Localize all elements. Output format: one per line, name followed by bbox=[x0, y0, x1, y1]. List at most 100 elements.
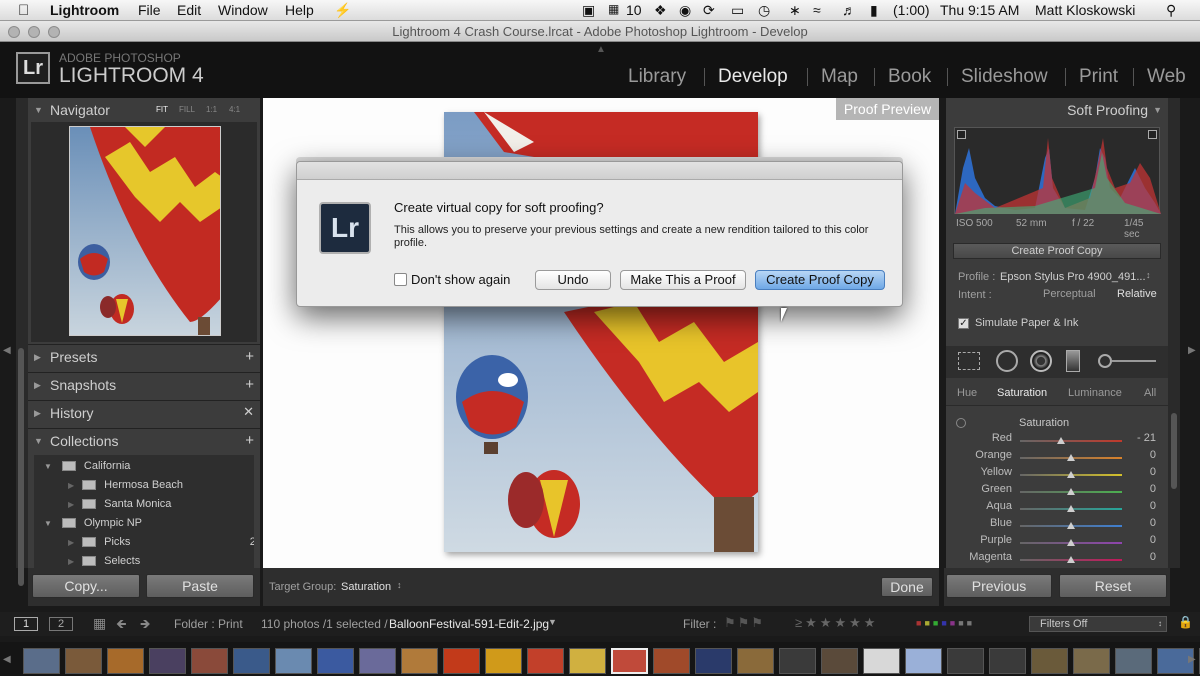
minimize-icon[interactable] bbox=[28, 26, 40, 38]
right-scrollbar[interactable] bbox=[1171, 413, 1177, 489]
zoom-fit[interactable]: FIT bbox=[156, 105, 168, 114]
filmstrip-thumbnail[interactable] bbox=[485, 648, 522, 674]
slider-knob[interactable] bbox=[1067, 556, 1075, 563]
grid-icon[interactable]: ▦ bbox=[93, 615, 106, 632]
apple-icon[interactable]:  bbox=[18, 2, 29, 19]
module-library[interactable]: Library bbox=[628, 66, 686, 88]
battery-icon[interactable]: ▮ bbox=[870, 2, 878, 19]
filmstrip-thumbnail[interactable] bbox=[191, 648, 228, 674]
folder-source[interactable]: Folder : Print bbox=[174, 617, 243, 631]
collapse-left-icon[interactable]: ◀ bbox=[3, 345, 11, 356]
spotlight-icon[interactable]: ⚲ bbox=[1166, 2, 1176, 19]
slider-yellow[interactable]: Yellow 0 bbox=[952, 466, 1162, 483]
highlight-clip-icon[interactable] bbox=[1148, 130, 1157, 139]
collection-santa-monica[interactable]: ▶Santa Monica2 bbox=[68, 495, 254, 513]
dont-show-label[interactable]: Don't show again bbox=[411, 272, 510, 287]
filmstrip-thumbnail[interactable] bbox=[947, 648, 984, 674]
copy-button[interactable]: Copy... bbox=[32, 574, 140, 598]
filmstrip-thumbnail[interactable] bbox=[1115, 648, 1152, 674]
module-develop[interactable]: Develop bbox=[718, 66, 788, 88]
slider-track[interactable] bbox=[1020, 440, 1122, 442]
slider-value[interactable]: 0 bbox=[1116, 449, 1156, 461]
module-book[interactable]: Book bbox=[888, 66, 931, 88]
tab-hue[interactable]: Hue bbox=[957, 387, 977, 399]
add-snapshot-icon[interactable]: + bbox=[245, 376, 254, 393]
slider-red[interactable]: Red - 21 bbox=[952, 432, 1162, 449]
filmstrip-thumbnail[interactable] bbox=[821, 648, 858, 674]
badge-icon[interactable]: ▦ bbox=[608, 2, 619, 16]
graduated-filter-icon[interactable] bbox=[1066, 350, 1080, 372]
wifi-icon[interactable]: ≈ bbox=[813, 2, 821, 18]
menu-file[interactable]: File bbox=[138, 2, 161, 18]
presets-header[interactable]: ▶ Presets + bbox=[28, 344, 260, 370]
adjustment-brush-icon[interactable] bbox=[1098, 354, 1112, 368]
filters-off-select[interactable]: Filters Off ↕ bbox=[1029, 616, 1167, 632]
slider-value[interactable]: - 21 bbox=[1116, 432, 1156, 444]
undo-button[interactable]: Undo bbox=[535, 270, 611, 290]
selected-filename[interactable]: BalloonFestival-591-Edit-2.jpg bbox=[389, 617, 549, 631]
profile-select[interactable]: Epson Stylus Pro 4900_491... bbox=[1000, 271, 1146, 283]
clock[interactable]: Thu 9:15 AM bbox=[940, 2, 1019, 18]
target-adjust-icon[interactable] bbox=[956, 418, 966, 428]
brush-slider[interactable] bbox=[1112, 360, 1156, 362]
target-group-select[interactable]: Saturation bbox=[341, 581, 391, 593]
filmstrip-thumbnail[interactable] bbox=[233, 648, 270, 674]
spot-removal-icon[interactable] bbox=[996, 350, 1018, 372]
evernote-icon[interactable]: ◉ bbox=[679, 2, 691, 19]
slider-knob[interactable] bbox=[1067, 471, 1075, 478]
star-filter-icon[interactable]: ≥★★★★★ bbox=[795, 615, 878, 631]
bluetooth-icon[interactable]: ∗ bbox=[789, 2, 801, 19]
filmstrip-thumbnail[interactable] bbox=[863, 648, 900, 674]
shadow-clip-icon[interactable] bbox=[957, 130, 966, 139]
collapse-top-icon[interactable]: ▲ bbox=[596, 44, 606, 55]
slider-knob[interactable] bbox=[1067, 454, 1075, 461]
dropbox-icon[interactable]: ❖ bbox=[654, 2, 667, 19]
module-slideshow[interactable]: Slideshow bbox=[961, 66, 1048, 88]
collection-set-olympic-np[interactable]: ▼ Olympic NP bbox=[44, 514, 254, 532]
clear-history-icon[interactable]: ✕ bbox=[243, 404, 254, 420]
filmstrip-thumbnail[interactable] bbox=[443, 648, 480, 674]
add-collection-icon[interactable]: + bbox=[245, 432, 254, 449]
slider-value[interactable]: 0 bbox=[1116, 466, 1156, 478]
close-icon[interactable] bbox=[8, 26, 20, 38]
menu-help[interactable]: Help bbox=[285, 2, 314, 18]
dont-show-checkbox[interactable] bbox=[394, 273, 407, 286]
volume-icon[interactable]: ♬ bbox=[842, 2, 856, 18]
module-web[interactable]: Web bbox=[1147, 66, 1186, 88]
filmstrip-thumbnail[interactable] bbox=[1073, 648, 1110, 674]
module-map[interactable]: Map bbox=[821, 66, 858, 88]
slider-value[interactable]: 0 bbox=[1116, 483, 1156, 495]
filmstrip-thumbnail[interactable] bbox=[107, 648, 144, 674]
slider-aqua[interactable]: Aqua 0 bbox=[952, 500, 1162, 517]
navigator-header[interactable]: ▼ Navigator FIT FILL 1:1 4:1 bbox=[28, 98, 260, 124]
filmstrip-thumbnail[interactable] bbox=[527, 648, 564, 674]
tab-saturation[interactable]: Saturation bbox=[997, 387, 1047, 399]
lock-icon[interactable]: 🔒 bbox=[1178, 615, 1193, 629]
snapshots-header[interactable]: ▶ Snapshots + bbox=[28, 372, 260, 398]
filmstrip-thumbnail[interactable] bbox=[611, 648, 648, 674]
color-filter-icon[interactable]: ■■■■■■■ bbox=[916, 618, 975, 628]
red-eye-icon[interactable] bbox=[1030, 350, 1052, 372]
collection-set-california[interactable]: ▼ California bbox=[44, 457, 254, 475]
chevron-updown-icon[interactable]: ↕ bbox=[397, 580, 402, 590]
slider-green[interactable]: Green 0 bbox=[952, 483, 1162, 500]
menu-app-name[interactable]: Lightroom bbox=[50, 2, 119, 18]
filmstrip-thumbnail[interactable] bbox=[317, 648, 354, 674]
collection-selects[interactable]: ▶Selects6 bbox=[68, 552, 254, 568]
zoom-fill[interactable]: FILL bbox=[179, 105, 195, 114]
create-proof-copy-button[interactable]: Create Proof Copy bbox=[953, 243, 1161, 259]
timemachine-icon[interactable]: ◷ bbox=[758, 2, 770, 19]
filmstrip-thumbnail[interactable] bbox=[989, 648, 1026, 674]
filmstrip-right-icon[interactable]: ▶ bbox=[1188, 654, 1196, 665]
filmstrip-thumbnail[interactable] bbox=[569, 648, 606, 674]
filmstrip-thumbnail[interactable] bbox=[695, 648, 732, 674]
filmstrip-thumbnail[interactable] bbox=[65, 648, 102, 674]
intent-relative[interactable]: Relative bbox=[1117, 288, 1157, 300]
slider-knob[interactable] bbox=[1067, 539, 1075, 546]
zoom-1-1[interactable]: 1:1 bbox=[206, 105, 217, 114]
slider-value[interactable]: 0 bbox=[1116, 500, 1156, 512]
collection-picks[interactable]: ▶Picks24 bbox=[68, 533, 254, 551]
page-1-button[interactable]: 1 bbox=[14, 617, 38, 631]
menu-edit[interactable]: Edit bbox=[177, 2, 201, 18]
display-icon[interactable]: ▭ bbox=[731, 2, 744, 19]
